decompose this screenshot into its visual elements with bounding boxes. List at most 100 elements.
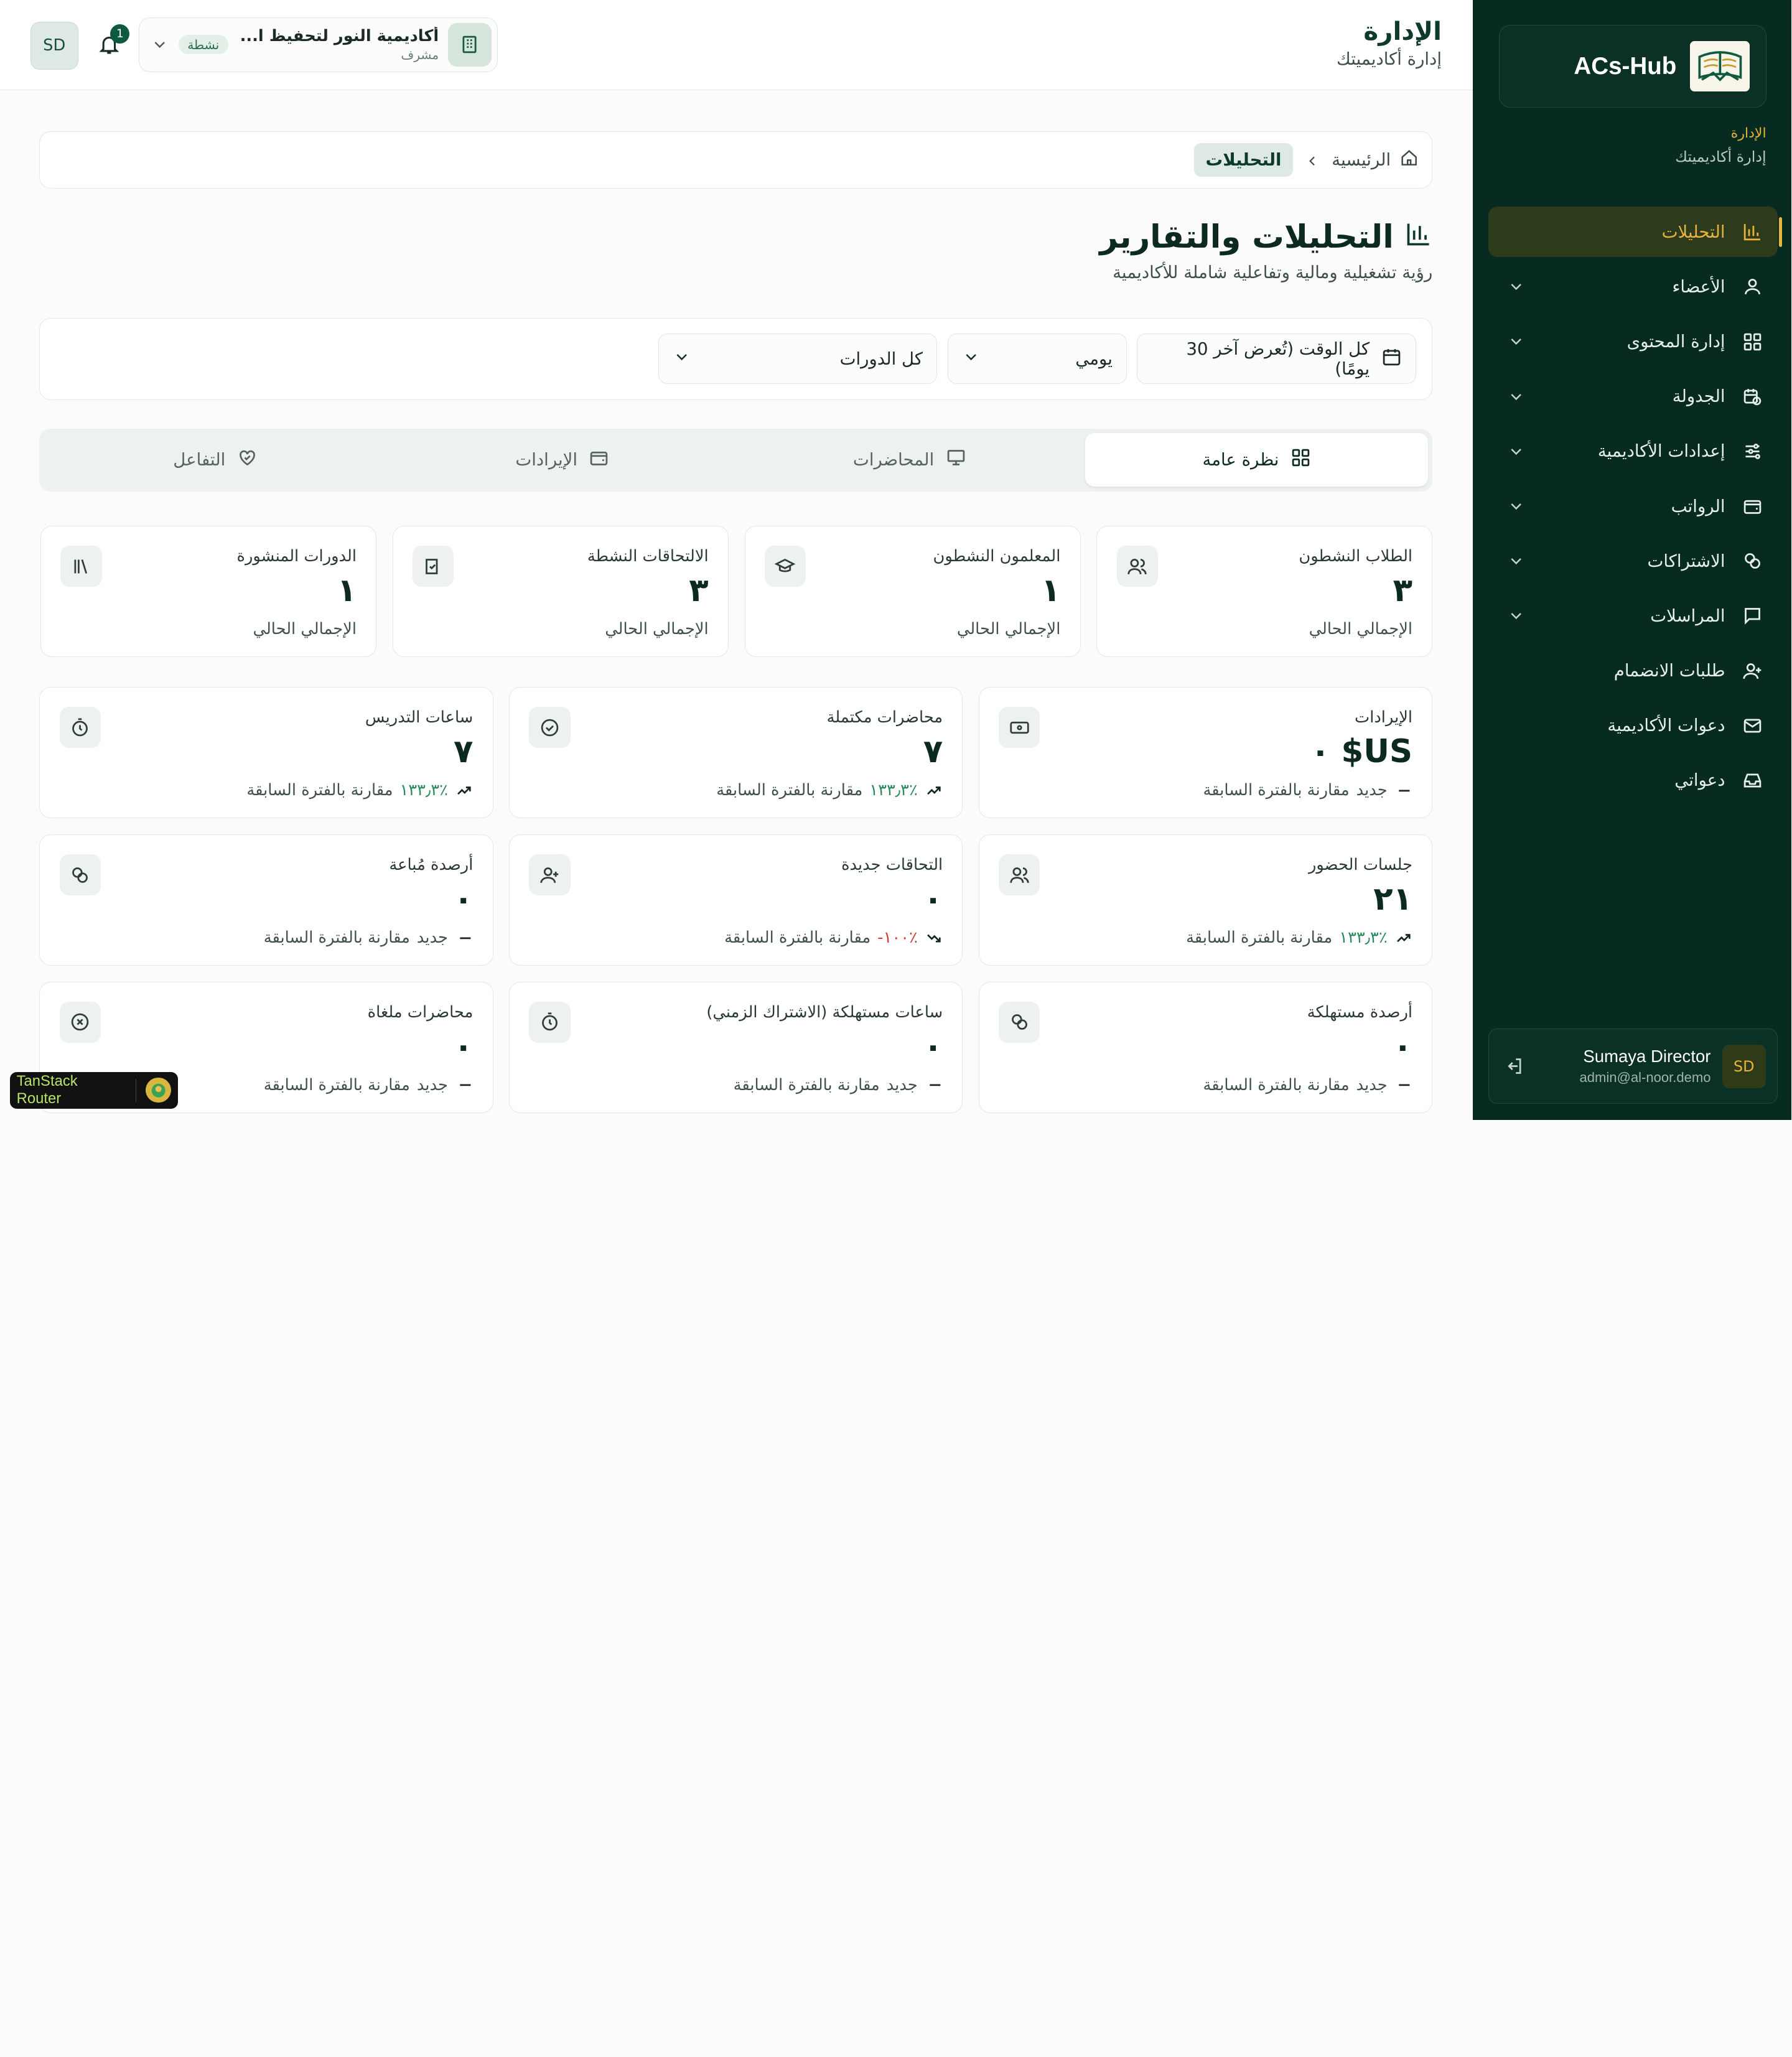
course-select[interactable]: كل الدورات [658,334,938,385]
tab-engagement[interactable]: التفاعل [45,433,388,487]
header-title: الإدارة [1364,16,1442,46]
kpi-value: ٠ [454,1028,474,1066]
chart-bar-icon [1742,220,1765,243]
router-devtools-button[interactable]: TanStack Router [10,1071,179,1109]
chevron-down-icon[interactable] [1508,497,1526,515]
breadcrumb-current: التحليلات [1195,143,1294,177]
tanstack-logo-icon [146,1078,172,1103]
kpi-card-completed-lectures: محاضرات مكتملة ٧ ٪١٣٣٫٣ مقارنة بالفترة ا… [510,686,964,819]
sidebar-item-analytics[interactable]: التحليلات [1489,207,1783,258]
user-info: Sumaya Director admin@al-noor.demo [1540,1047,1712,1086]
user-plus-icon [530,854,571,896]
chevron-down-icon[interactable] [1508,607,1526,625]
kpi-card-active-teachers: المعلمون النشطون ١ الإجمالي الحالي [745,525,1081,658]
kpi-value: ٠ [923,880,944,918]
banknote-icon [999,707,1041,749]
kpi-card-hours-consumed: ساعات مستهلكة (الاشتراك الزمني) ٠ جديد م… [510,981,964,1113]
sidebar-item-join-requests[interactable]: طلبات الانضمام [1489,646,1778,696]
kpi-label: جلسات الحضور [1309,855,1414,874]
kpi-trend: ٪١٠٠- مقارنة بالفترة السابقة [725,928,943,947]
kpi-card-credits-sold: أرصدة مُباعة ٠ جديد مقارنة بالفترة الساب… [40,834,494,966]
chevron-down-icon[interactable] [1508,442,1526,460]
sidebar-item-scheduling[interactable]: الجدولة [1489,371,1778,422]
chevron-down-icon[interactable] [1508,552,1526,570]
chevron-down-icon[interactable] [1508,388,1526,406]
trend-flat-icon [1395,783,1413,799]
coins-icon [1742,549,1765,572]
header-title-block: الإدارة إدارة أكاديميتك [1337,16,1442,70]
sidebar-item-label: دعواتي [1675,770,1726,791]
top-header: الإدارة إدارة أكاديميتك أكاديمية النور ل… [0,0,1473,91]
sidebar-item-label: إعدادات الأكاديمية [1598,441,1726,462]
grid-icon [1742,330,1765,353]
library-icon [61,546,103,587]
tab-lectures[interactable]: المحاضرات [739,433,1082,487]
breadcrumb-home[interactable]: الرئيسية [1332,149,1419,171]
kpi-label: التحاقات جديدة [842,855,944,874]
trend-up-icon [925,783,943,799]
chevron-down-icon[interactable] [1508,332,1526,350]
tab-overview[interactable]: نظرة عامة [1086,433,1429,487]
inbox-icon [1742,769,1765,792]
kpi-foot: الإجمالي الحالي [957,620,1062,639]
kpi-delta: ٪١٣٣٫٣ [870,781,918,800]
tab-label: المحاضرات [853,450,935,470]
user-plus-icon [1742,660,1765,683]
graduation-cap-icon [765,546,806,587]
logout-icon[interactable] [1501,1053,1529,1080]
course-value: كل الدورات [840,348,924,369]
kpi-card-published-courses: الدورات المنشورة ١ الإجمالي الحالي [41,525,378,658]
sidebar-item-members[interactable]: الأعضاء [1489,262,1778,312]
book-check-icon [413,546,455,587]
tab-label: الإيرادات [516,450,579,470]
building-icon [448,22,492,67]
date-range-picker[interactable]: كل الوقت (تُعرض آخر 30 يومًا) [1137,334,1417,385]
brand[interactable]: ACs-Hub [1499,25,1767,108]
kpi-value: ٠ [454,880,474,918]
kpi-card-new-enrollments: التحاقات جديدة ٠ ٪١٠٠- مقارنة بالفترة ال… [510,834,964,966]
kpi-delta: جديد [887,1076,918,1095]
trend-up-icon [455,783,474,799]
kpi-value: ٢١ [1374,880,1414,918]
sidebar-item-messages[interactable]: المراسلات [1489,591,1778,641]
chevron-down-icon[interactable] [1508,278,1526,296]
chevron-down-icon [963,348,981,370]
sidebar-item-academy-invites[interactable]: دعوات الأكاديمية [1489,701,1778,751]
kpi-value: ٠ [923,1028,944,1066]
avatar[interactable]: SD [30,21,79,70]
tab-revenue[interactable]: الإيرادات [392,433,735,487]
page-header: التحليلات والتقارير رؤية تشغيلية ومالية … [1100,218,1433,282]
kpi-compare: مقارنة بالفترة السابقة [1203,1076,1350,1095]
kpi-card-active-students: الطلاب النشطون ٣ الإجمالي الحالي [1097,525,1434,658]
kpi-label: الطلاب النشطون [1299,546,1414,566]
tab-label: نظرة عامة [1203,450,1280,470]
academy-switcher[interactable]: أكاديمية النور لتحفيظ ا... مشرف نشطة [139,17,498,72]
trend-flat-icon [925,1077,943,1093]
sidebar-section-header: الإدارة إدارة أكاديميتك [1676,126,1766,166]
analytics-tabs: نظرة عامة المحاضرات الإيرادات التفاعل [40,428,1434,492]
kpi-foot: الإجمالي الحالي [253,620,357,639]
kpi-trend: ٪١٣٣٫٣ مقارنة بالفترة السابقة [717,781,943,800]
wallet-icon [1742,495,1765,518]
kpi-metrics-grid: الإيرادات US$ ٠ جديد مقارنة بالفترة السا… [40,686,1434,1113]
period-select[interactable]: يومي [948,334,1127,385]
kpi-trend: ٪١٣٣٫٣ مقارنة بالفترة السابقة [1187,928,1413,947]
sidebar-item-my-invites[interactable]: دعواتي [1489,755,1778,806]
home-icon [1401,149,1419,171]
sidebar-item-content[interactable]: إدارة المحتوى [1489,317,1778,367]
x-circle-icon [60,1001,101,1043]
kpi-compare: مقارنة بالفترة السابقة [1203,781,1350,800]
kpi-delta: جديد [1356,781,1388,800]
sidebar-item-payroll[interactable]: الرواتب [1489,481,1778,531]
user-email: admin@al-noor.demo [1580,1070,1712,1086]
message-icon [1742,605,1765,628]
kpi-label: المعلمون النشطون [933,546,1062,566]
kpi-compare: مقارنة بالفترة السابقة [717,781,864,800]
sidebar-user-card[interactable]: SD Sumaya Director admin@al-noor.demo [1489,1028,1778,1104]
sidebar-item-subscriptions[interactable]: الاشتراكات [1489,536,1778,586]
kpi-label: ساعات مستهلكة (الاشتراك الزمني) [707,1002,944,1022]
sidebar-item-academy-settings[interactable]: إعدادات الأكاديمية [1489,426,1778,477]
kpi-label: الدورات المنشورة [237,546,357,566]
wallet-icon [589,447,610,472]
kpi-label: أرصدة مستهلكة [1307,1002,1414,1022]
